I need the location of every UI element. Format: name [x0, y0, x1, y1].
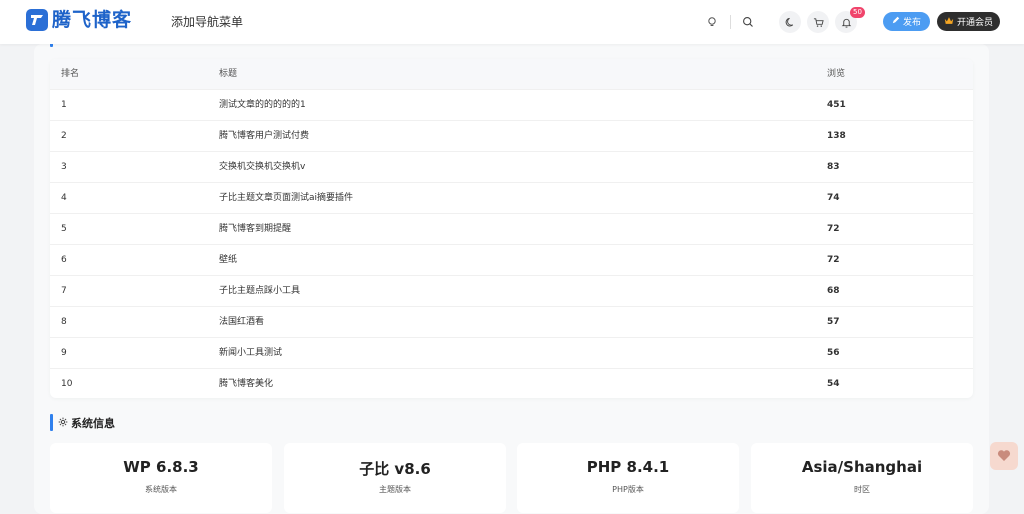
- info-card-timezone: Asia/Shanghai 时区: [751, 443, 973, 513]
- heart-icon: [997, 447, 1011, 466]
- row-title-link[interactable]: 壁纸: [219, 255, 237, 266]
- row-rank: 4: [61, 193, 67, 203]
- info-card-theme-version: 子比 v8.6 主题版本: [284, 443, 506, 513]
- section-accent-bar: [50, 414, 53, 431]
- info-card-wp-version: WP 6.8.3 系统版本: [50, 443, 272, 513]
- site-logo[interactable]: 腾飞博客: [26, 9, 132, 31]
- info-label: 系统版本: [145, 485, 177, 494]
- system-info-heading: 系统信息: [58, 415, 115, 431]
- crown-icon: [944, 16, 954, 28]
- row-rank: 5: [61, 224, 67, 234]
- pencil-icon: [892, 16, 900, 27]
- row-rank: 3: [61, 162, 67, 172]
- row-views: 451: [827, 100, 846, 110]
- row-views: 54: [827, 379, 840, 389]
- row-title-link[interactable]: 腾飞博客用户测试付费: [219, 131, 309, 142]
- info-value: Asia/Shanghai: [801, 458, 923, 476]
- header-divider: [730, 15, 731, 29]
- table-row: 2 腾飞博客用户测试付费 138: [50, 121, 973, 152]
- row-views: 83: [827, 162, 840, 172]
- lightbulb-icon[interactable]: [701, 11, 723, 33]
- row-title-link[interactable]: 法国红酒看: [219, 317, 264, 328]
- info-value: 子比 v8.6: [359, 460, 431, 478]
- row-title-link[interactable]: 测试文章的的的的的1: [219, 100, 306, 111]
- row-views: 138: [827, 131, 846, 141]
- row-views: 72: [827, 255, 840, 265]
- moon-icon[interactable]: [779, 11, 801, 33]
- row-views: 68: [827, 286, 840, 296]
- notification-badge: 50: [850, 7, 865, 18]
- table-row: 4 子比主题文章页面测试ai摘要插件 74: [50, 183, 973, 214]
- vip-label: 开通会员: [956, 18, 993, 28]
- row-views: 57: [827, 317, 840, 327]
- info-card-php-version: PHP 8.4.1 PHP版本: [517, 443, 739, 513]
- search-icon[interactable]: [737, 11, 759, 33]
- logo-text: 腾飞博客: [52, 9, 133, 31]
- gear-icon: [58, 417, 68, 430]
- table-row: 10 腾飞博客美化 54: [50, 369, 973, 398]
- table-row: 8 法国红酒看 57: [50, 307, 973, 338]
- column-header-rank: 排名: [61, 69, 80, 79]
- info-label: 时区: [854, 485, 870, 494]
- vip-button[interactable]: 开通会员: [937, 12, 1000, 31]
- system-info-title: 系统信息: [71, 417, 115, 430]
- table-row: 7 子比主题点踩小工具 68: [50, 276, 973, 307]
- table-row: 6 壁纸 72: [50, 245, 973, 276]
- logo-icon: [26, 9, 48, 31]
- table-row: 5 腾飞博客到期提醒 72: [50, 214, 973, 245]
- row-title-link[interactable]: 交换机交换机交换机v: [219, 162, 305, 173]
- row-rank: 10: [61, 379, 73, 389]
- cart-icon[interactable]: [807, 11, 829, 33]
- row-title-link[interactable]: 腾飞博客美化: [219, 379, 273, 390]
- row-rank: 2: [61, 131, 67, 141]
- table-row: 1 测试文章的的的的的1 451: [50, 90, 973, 121]
- info-label: PHP版本: [612, 485, 644, 494]
- info-value: WP 6.8.3: [123, 458, 199, 476]
- table-row: 3 交换机交换机交换机v 83: [50, 152, 973, 183]
- info-label: 主题版本: [379, 485, 411, 494]
- floating-like-button[interactable]: [990, 442, 1018, 470]
- row-rank: 6: [61, 255, 67, 265]
- row-title-link[interactable]: 子比主题文章页面测试ai摘要插件: [219, 193, 353, 204]
- publish-button[interactable]: 发布: [883, 12, 930, 31]
- row-views: 72: [827, 224, 840, 234]
- row-rank: 7: [61, 286, 67, 296]
- table-row: 9 新闻小工具测试 56: [50, 338, 973, 369]
- ranking-table: 排名 标题 浏览 1 测试文章的的的的的1 451 2 腾飞博客用户测试付费 1…: [50, 59, 973, 398]
- column-header-title: 标题: [219, 69, 238, 79]
- row-title-link[interactable]: 腾飞博客到期提醒: [219, 224, 291, 235]
- row-views: 56: [827, 348, 840, 358]
- row-title-link[interactable]: 新闻小工具测试: [219, 348, 282, 359]
- publish-label: 发布: [902, 18, 921, 28]
- row-rank: 1: [61, 100, 67, 110]
- row-rank: 9: [61, 348, 67, 358]
- info-value: PHP 8.4.1: [586, 458, 670, 476]
- top-header: 腾飞博客 添加导航菜单 50 发布 开通会员: [0, 0, 1024, 44]
- row-rank: 8: [61, 317, 67, 327]
- column-header-views: 浏览: [827, 69, 846, 79]
- row-views: 74: [827, 193, 840, 203]
- table-header-row: 排名 标题 浏览: [50, 59, 973, 90]
- row-title-link[interactable]: 子比主题点踩小工具: [219, 286, 300, 297]
- add-nav-menu-link[interactable]: 添加导航菜单: [171, 13, 243, 30]
